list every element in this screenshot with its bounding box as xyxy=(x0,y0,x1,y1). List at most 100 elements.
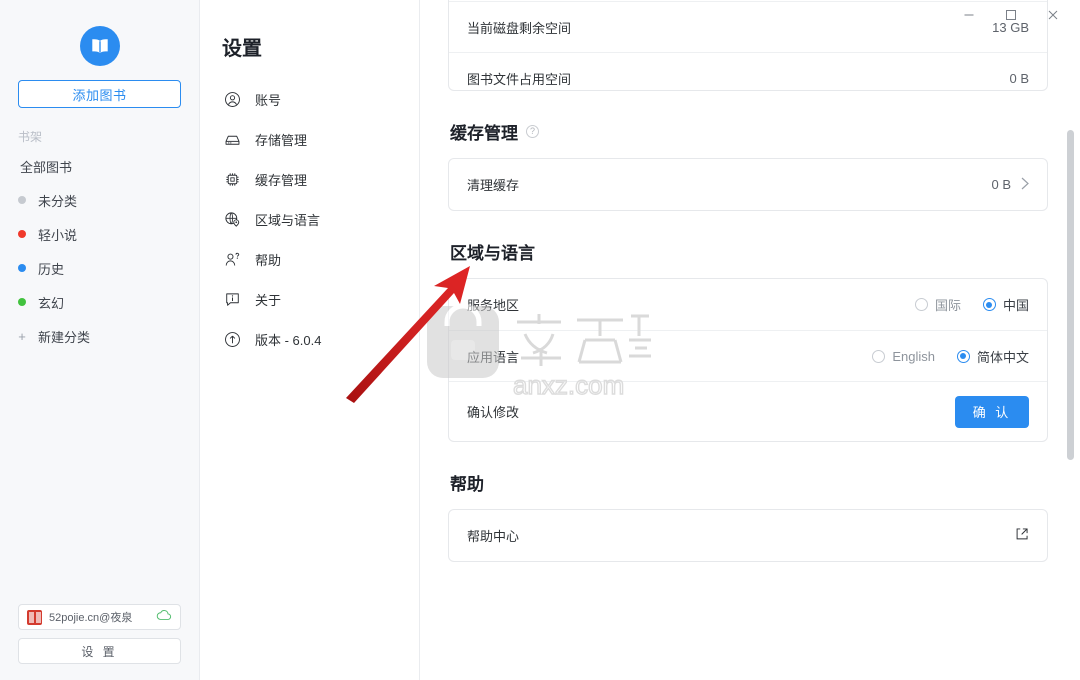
app-logo xyxy=(0,0,199,80)
confirm-button[interactable]: 确 认 xyxy=(955,395,1029,428)
cache-card: 清理缓存 0 B xyxy=(448,158,1048,211)
sidebar-item-label: 全部图书 xyxy=(20,159,73,175)
region-section-heading: 区域与语言 xyxy=(450,239,1048,264)
section-title: 缓存管理 xyxy=(450,124,518,143)
radio-label: 简体中文 xyxy=(976,349,1029,365)
settings-nav-label: 账号 xyxy=(255,92,282,108)
settings-nav-label: 存储管理 xyxy=(255,132,308,148)
chevron-right-icon xyxy=(1021,177,1029,193)
sidebar-item-light-novel[interactable]: 轻小说 xyxy=(0,217,199,251)
settings-button[interactable]: 设 置 xyxy=(18,638,181,664)
sidebar-item-label: 玄幻 xyxy=(38,295,65,311)
clear-cache-row[interactable]: 清理缓存 0 B xyxy=(449,159,1047,210)
app-language-options: English 简体中文 xyxy=(872,347,1029,366)
close-button[interactable] xyxy=(1032,1,1074,29)
person-question-icon xyxy=(224,251,241,268)
cloud-sync-icon[interactable] xyxy=(156,608,172,626)
settings-nav-item-help[interactable]: 帮助 xyxy=(200,239,419,279)
radio-label: 中国 xyxy=(1002,298,1029,313)
help-card: 帮助中心 xyxy=(448,509,1048,562)
cache-section-heading: 缓存管理 ? xyxy=(450,119,1048,144)
radio-circle xyxy=(872,349,886,363)
help-section-heading: 帮助 xyxy=(450,470,1048,495)
category-dot xyxy=(18,196,26,204)
open-book-icon xyxy=(79,26,120,66)
settings-nav-item-cache[interactable]: 缓存管理 xyxy=(200,159,419,199)
account-chip[interactable]: 52pojie.cn@夜泉 xyxy=(18,604,181,630)
settings-nav-item-account[interactable]: 账号 xyxy=(200,79,419,119)
question-mark-icon[interactable]: ? xyxy=(526,125,539,138)
page-title: 设置 xyxy=(222,38,262,60)
row-label: 当前磁盘剩余空间 xyxy=(467,20,572,36)
sidebar-item-label: 未分类 xyxy=(38,193,78,209)
sidebar-item-fantasy[interactable]: 玄幻 xyxy=(0,285,199,319)
library-sidebar: 添加图书 书架 全部图书 未分类 轻小说 历史 玄幻 + 新建分类 52poji… xyxy=(0,0,200,680)
user-avatar-icon xyxy=(27,609,42,625)
category-dot xyxy=(18,298,26,306)
settings-content: 当前磁盘剩余空间 13 GB 图书文件占用空间 0 B 缓存管理 ? 清理缓存 … xyxy=(420,0,1080,680)
radio-option-china[interactable]: 中国 xyxy=(982,295,1029,314)
settings-nav-item-version[interactable]: 版本 - 6.0.4 xyxy=(200,319,419,359)
row-label: 帮助中心 xyxy=(467,529,520,544)
radio-label: English xyxy=(892,348,935,364)
confirm-changes-row: 确认修改 确 认 xyxy=(449,381,1047,441)
settings-nav-label: 帮助 xyxy=(255,252,282,268)
radio-circle xyxy=(956,349,970,363)
minimize-button[interactable] xyxy=(948,1,990,29)
external-link-icon xyxy=(1015,527,1029,544)
person-circle-icon xyxy=(224,91,241,108)
row-value: 0 B xyxy=(991,177,1011,192)
radio-label: 国际 xyxy=(934,298,961,313)
row-label: 服务地区 xyxy=(467,298,520,313)
settings-nav-label: 关于 xyxy=(255,292,282,308)
scrollbar-thumb[interactable] xyxy=(1067,130,1074,460)
settings-nav-label: 缓存管理 xyxy=(255,172,308,188)
app-window: 添加图书 书架 全部图书 未分类 轻小说 历史 玄幻 + 新建分类 52poji… xyxy=(0,0,1080,680)
service-region-row: 服务地区 国际 中国 xyxy=(449,279,1047,330)
row-label: 清理缓存 xyxy=(467,178,520,193)
sidebar-item-new-category[interactable]: + 新建分类 xyxy=(0,319,199,353)
plus-icon: + xyxy=(18,328,26,344)
sidebar-item-uncategorized[interactable]: 未分类 xyxy=(0,183,199,217)
section-title: 区域与语言 xyxy=(450,244,535,263)
row-label: 图书文件占用空间 xyxy=(467,71,572,87)
app-language-row: 应用语言 English 简体中文 xyxy=(449,330,1047,381)
shelf-section-label: 书架 xyxy=(18,130,43,144)
sidebar-item-all-books[interactable]: 全部图书 xyxy=(0,149,199,183)
row-label: 应用语言 xyxy=(467,349,520,365)
maximize-button[interactable] xyxy=(990,1,1032,29)
radio-option-english[interactable]: English xyxy=(872,349,935,364)
radio-circle xyxy=(914,298,928,311)
hard-drive-icon xyxy=(224,131,241,148)
info-bubble-icon xyxy=(224,291,241,308)
settings-nav-label: 版本 - 6.0.4 xyxy=(255,332,322,348)
category-dot xyxy=(18,264,26,272)
row-value: 0 B xyxy=(1009,70,1029,86)
service-region-options: 国际 中国 xyxy=(914,295,1029,314)
chip-icon xyxy=(224,171,241,188)
sidebar-item-label: 轻小说 xyxy=(38,227,78,243)
section-title: 帮助 xyxy=(450,475,484,494)
radio-circle xyxy=(982,298,996,311)
radio-option-simplified-chinese[interactable]: 简体中文 xyxy=(956,347,1029,366)
settings-nav-panel: 设置 账号 存储管理 缓存管理 区域与语言 帮助 关于 版本 - 6.0.4 xyxy=(200,0,420,680)
globe-pin-icon xyxy=(224,211,241,228)
settings-nav-item-storage[interactable]: 存储管理 xyxy=(200,119,419,159)
sidebar-item-history[interactable]: 历史 xyxy=(0,251,199,285)
window-controls xyxy=(920,0,1080,30)
help-center-row[interactable]: 帮助中心 xyxy=(449,510,1047,561)
sidebar-item-label: 新建分类 xyxy=(38,329,91,345)
settings-nav-item-region[interactable]: 区域与语言 xyxy=(200,199,419,239)
row-label: 确认修改 xyxy=(467,405,520,420)
radio-option-international[interactable]: 国际 xyxy=(914,295,961,314)
sidebar-item-label: 历史 xyxy=(38,261,65,277)
account-name-label: 52pojie.cn@夜泉 xyxy=(49,612,133,624)
region-card: 服务地区 国际 中国 应用语言 English 简体中文 确认修改 确 认 xyxy=(448,278,1048,442)
table-row: 图书文件占用空间 0 B xyxy=(449,52,1047,90)
add-book-button[interactable]: 添加图书 xyxy=(18,80,181,108)
arrow-up-circle-icon xyxy=(224,331,241,348)
category-dot xyxy=(18,230,26,238)
settings-nav-label: 区域与语言 xyxy=(255,212,321,228)
settings-nav-item-about[interactable]: 关于 xyxy=(200,279,419,319)
